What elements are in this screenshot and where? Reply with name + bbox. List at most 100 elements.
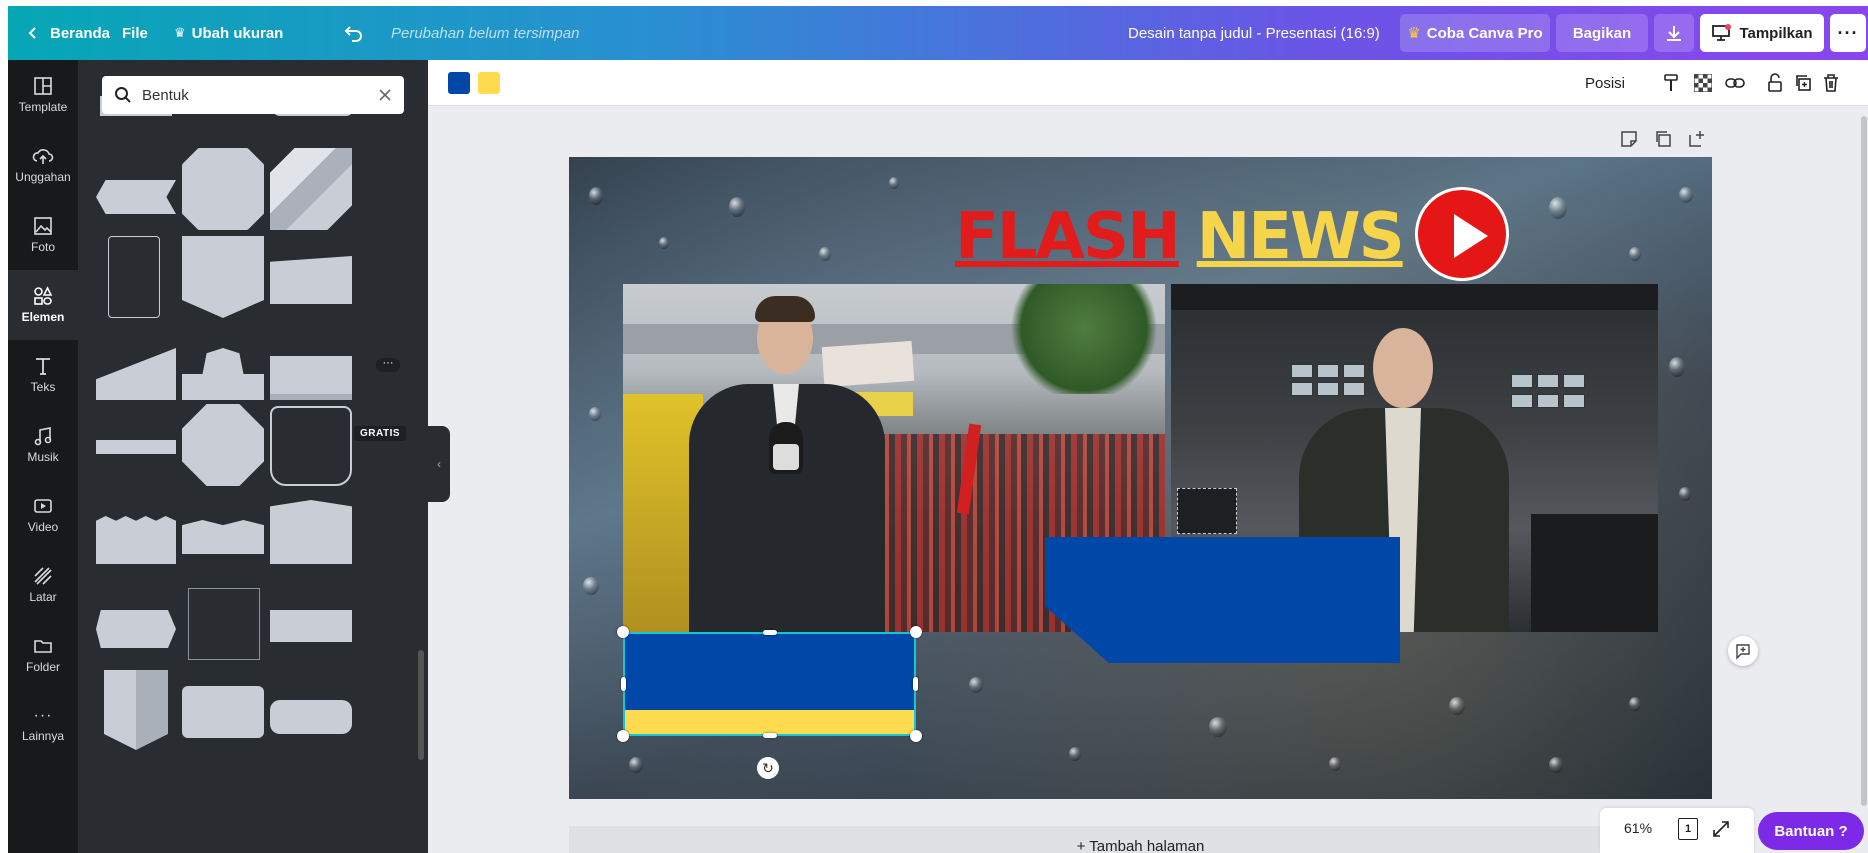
speech-bubble-shape-thumbnail[interactable] bbox=[270, 700, 352, 734]
shape-thumbnail[interactable] bbox=[270, 356, 352, 400]
shape-thumbnail[interactable] bbox=[104, 670, 168, 750]
resize-handle-top-left[interactable] bbox=[617, 626, 629, 638]
resize-handle-left[interactable] bbox=[621, 677, 626, 691]
present-button[interactable]: Tampilkan bbox=[1700, 14, 1824, 52]
page-count-icon[interactable]: 1 bbox=[1678, 818, 1698, 840]
help-button[interactable]: Bantuan ? bbox=[1758, 812, 1864, 850]
position-button[interactable]: Posisi bbox=[1585, 60, 1625, 106]
add-page-button[interactable]: + Tambah halaman bbox=[569, 826, 1712, 853]
shape-thumbnail[interactable] bbox=[96, 180, 176, 214]
studio-monitor bbox=[1291, 364, 1313, 378]
page-notes-icon[interactable] bbox=[1620, 130, 1640, 150]
raindrop bbox=[729, 197, 745, 217]
flash-news-title[interactable]: FLASH NEWS bbox=[955, 197, 1405, 277]
speech-bubble-shape-thumbnail[interactable] bbox=[182, 686, 264, 738]
raindrop bbox=[1629, 247, 1641, 261]
clear-search-icon[interactable] bbox=[378, 88, 392, 102]
rail-item-text[interactable]: Teks bbox=[8, 340, 78, 410]
share-button[interactable]: Bagikan bbox=[1556, 14, 1648, 52]
shape-thumbnail[interactable] bbox=[270, 148, 352, 230]
rail-item-music[interactable]: Musik bbox=[8, 410, 78, 480]
zoom-level[interactable]: 61% bbox=[1624, 820, 1652, 836]
rail-item-video[interactable]: Video bbox=[8, 480, 78, 550]
transparency-icon[interactable] bbox=[1692, 72, 1714, 94]
shape-thumbnail[interactable] bbox=[270, 256, 352, 304]
delete-icon[interactable] bbox=[1820, 72, 1842, 94]
fullscreen-icon[interactable] bbox=[1712, 820, 1730, 838]
rail-item-photos[interactable]: Foto bbox=[8, 200, 78, 270]
resize-handle-bottom-left[interactable] bbox=[617, 730, 629, 742]
more-options-button[interactable]: ··· bbox=[1830, 14, 1866, 52]
shape-thumbnail[interactable] bbox=[182, 348, 264, 400]
blue-banner-shape[interactable] bbox=[1045, 537, 1400, 663]
shape-thumbnail[interactable] bbox=[96, 610, 176, 648]
studio-monitor bbox=[1511, 374, 1533, 388]
try-pro-button[interactable]: ♛ Coba Canva Pro bbox=[1400, 14, 1550, 52]
rail-label: Elemen bbox=[21, 310, 65, 324]
shape-thumbnail[interactable] bbox=[96, 440, 176, 454]
rail-label: Musik bbox=[27, 450, 59, 464]
shape-thumbnail[interactable] bbox=[96, 516, 176, 564]
copy-style-icon[interactable] bbox=[1660, 72, 1682, 94]
add-comment-button[interactable] bbox=[1728, 636, 1758, 666]
rail-item-uploads[interactable]: Unggahan bbox=[8, 130, 78, 200]
elements-panel: Bentuk ··· GRATIS bbox=[78, 60, 428, 853]
selection-outline bbox=[623, 632, 916, 736]
resize-handle-top[interactable] bbox=[763, 630, 777, 635]
shape-more-options[interactable]: ··· bbox=[376, 358, 400, 372]
file-menu[interactable]: File bbox=[122, 6, 148, 60]
rail-label: Folder bbox=[25, 660, 60, 674]
frame-shape-thumbnail[interactable] bbox=[270, 406, 352, 486]
duplicate-page-icon[interactable] bbox=[1654, 130, 1674, 150]
shape-thumbnail[interactable] bbox=[182, 236, 264, 318]
title-news-word: NEWS bbox=[1196, 200, 1405, 274]
panel-scrollbar[interactable] bbox=[418, 650, 424, 760]
raindrop bbox=[1549, 757, 1563, 773]
shape-thumbnail[interactable] bbox=[270, 610, 352, 642]
reporter-hair bbox=[755, 296, 815, 322]
studio-monitor bbox=[1511, 394, 1533, 408]
color-swatch-yellow[interactable] bbox=[478, 72, 500, 94]
rotate-handle-icon[interactable]: ↻ bbox=[757, 757, 779, 779]
link-icon[interactable] bbox=[1724, 72, 1746, 94]
search-icon bbox=[115, 87, 131, 103]
rail-item-more[interactable]: ··· Lainnya bbox=[8, 690, 78, 760]
rail-item-template[interactable]: Template bbox=[8, 60, 78, 130]
download-button[interactable] bbox=[1654, 14, 1694, 52]
frame-shape-thumbnail[interactable] bbox=[108, 236, 160, 318]
raindrop bbox=[1679, 187, 1693, 203]
lock-icon[interactable] bbox=[1764, 72, 1786, 94]
rail-label: Video bbox=[27, 520, 59, 534]
collapse-panel-button[interactable]: ‹ bbox=[428, 426, 450, 502]
duplicate-icon[interactable] bbox=[1792, 72, 1814, 94]
shape-thumbnail[interactable] bbox=[96, 348, 176, 400]
resize-handle-right[interactable] bbox=[913, 677, 918, 691]
shape-thumbnail[interactable] bbox=[182, 520, 264, 554]
rail-item-folder[interactable]: Folder bbox=[8, 620, 78, 690]
resize-handle-bottom-right[interactable] bbox=[910, 730, 922, 742]
undo-button[interactable] bbox=[344, 6, 364, 60]
resize-handle-top-right[interactable] bbox=[910, 626, 922, 638]
crown-icon: ♛ bbox=[174, 25, 186, 40]
color-swatch-blue[interactable] bbox=[448, 72, 470, 94]
rail-item-background[interactable]: Latar bbox=[8, 550, 78, 620]
search-value: Bentuk bbox=[142, 86, 189, 104]
shape-thumbnail[interactable] bbox=[270, 500, 352, 564]
play-button-icon[interactable] bbox=[1415, 187, 1509, 281]
home-button[interactable]: Beranda bbox=[26, 6, 110, 60]
chevron-left-icon bbox=[28, 27, 36, 39]
raindrop bbox=[629, 757, 643, 773]
shape-thumbnail[interactable] bbox=[182, 148, 264, 230]
design-canvas[interactable]: FLASH NEWS ↻ bbox=[569, 157, 1712, 799]
rail-item-elements[interactable]: Elemen bbox=[8, 270, 78, 340]
add-page-icon[interactable] bbox=[1688, 130, 1708, 150]
free-badge: GRATIS bbox=[354, 426, 407, 441]
shape-thumbnail[interactable] bbox=[182, 404, 264, 486]
studio-monitor bbox=[1317, 382, 1339, 396]
canvas-scrollbar[interactable] bbox=[1860, 106, 1868, 806]
search-input[interactable]: Bentuk bbox=[102, 76, 404, 114]
document-title[interactable]: Desain tanpa judul - Presentasi (16:9) bbox=[1128, 6, 1380, 60]
frame-shape-thumbnail[interactable] bbox=[188, 588, 260, 660]
resize-handle-bottom[interactable] bbox=[763, 733, 777, 738]
resize-button[interactable]: ♛ Ubah ukuran bbox=[174, 6, 283, 60]
